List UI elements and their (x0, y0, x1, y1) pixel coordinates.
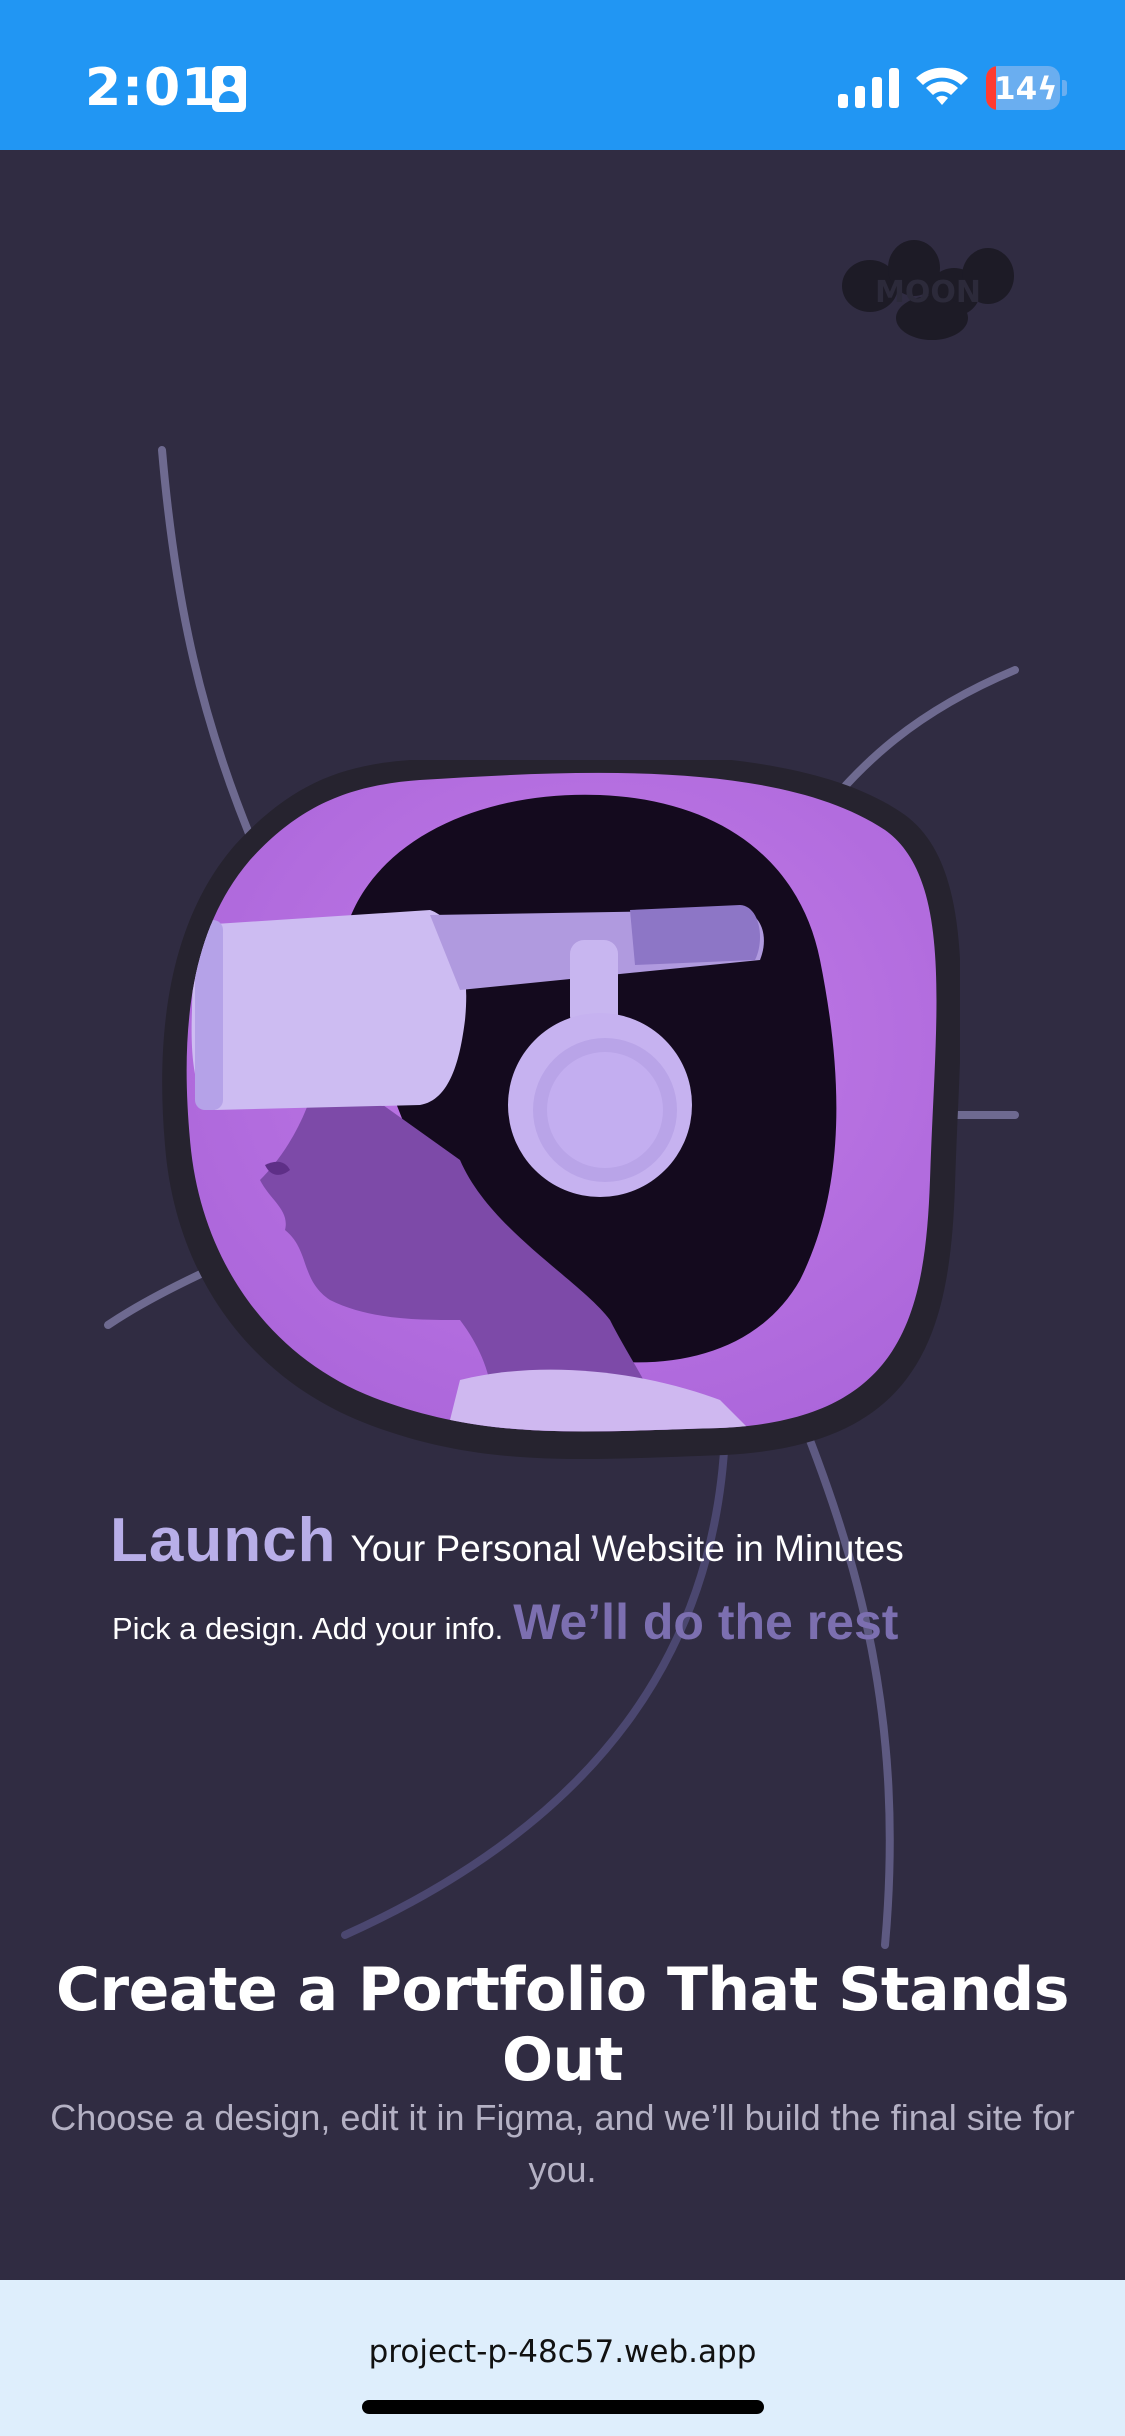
rest-text: We’ll do the rest (513, 1594, 899, 1650)
cellular-signal-icon (838, 68, 899, 108)
wifi-icon (916, 67, 968, 105)
pick-text: Pick a design. Add your info. (112, 1611, 504, 1646)
launch-word: Launch (110, 1506, 337, 1575)
page-title: Create a Portfolio That Stands Out (56, 1955, 1069, 2095)
hero-image (162, 760, 960, 1460)
battery-charging-icon: 14ϟ (986, 66, 1067, 110)
status-bar: 2:01 14ϟ (0, 0, 1125, 150)
battery-level-text: 14ϟ (994, 71, 1058, 107)
pick-tagline: Pick a design. Add your info. We’ll do th… (112, 1593, 1032, 1651)
moon-logo: MOON (842, 240, 1014, 340)
contact-card-icon (212, 66, 246, 112)
logo-text: MOON (875, 275, 981, 310)
launch-tagline: Launch Your Personal Website in Minutes (110, 1505, 1030, 1576)
browser-url-bar[interactable]: project-p-48c57.web.app (0, 2280, 1125, 2436)
launch-subtitle: Your Personal Website in Minutes (350, 1528, 904, 1569)
status-time: 2:01 (85, 58, 219, 118)
url-text[interactable]: project-p-48c57.web.app (0, 2334, 1125, 2370)
page-subtitle: Choose a design, edit it in Figma, and w… (50, 2097, 1075, 2190)
home-indicator[interactable] (362, 2400, 764, 2414)
